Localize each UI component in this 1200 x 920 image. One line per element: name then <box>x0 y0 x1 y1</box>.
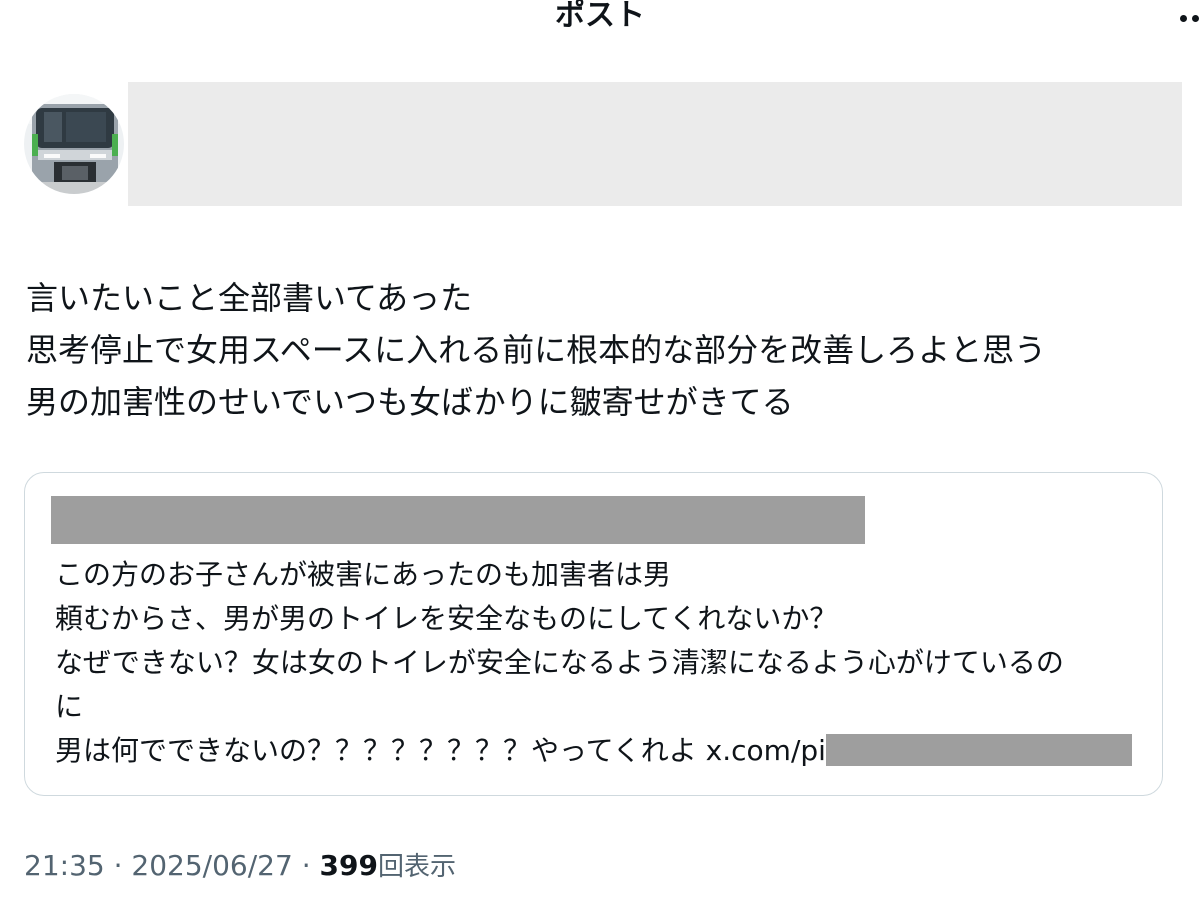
post-date[interactable]: 2025/06/27 <box>131 849 292 882</box>
meta-separator: · <box>104 849 132 882</box>
quoted-text-segment: 男は何でできないの？？？？？？？？やってくれよ <box>55 734 706 767</box>
views-count: 399 <box>319 849 378 882</box>
quoted-link[interactable]: x.com/pi <box>706 734 826 767</box>
quoted-text-line-last: 男は何でできないの？？？？？？？？やってくれよ x.com/pi <box>55 729 1145 773</box>
post-metadata: 21:35 · 2025/06/27 · 399回表示 <box>24 846 456 887</box>
more-options-button[interactable] <box>1176 4 1200 32</box>
post-time[interactable]: 21:35 <box>24 849 105 882</box>
views-label: 回表示 <box>377 852 456 882</box>
more-horizontal-icon <box>1180 15 1187 22</box>
quoted-post-card[interactable]: この方のお子さんが被害にあったのも加害者は男 頼むからさ、男が男のトイレを安全な… <box>24 472 1163 796</box>
post-text-line: 言いたいこと全部書いてあった <box>26 279 473 317</box>
meta-separator: · <box>292 849 320 882</box>
quoted-author-redaction <box>51 496 865 544</box>
quoted-post-text: この方のお子さんが被害にあったのも加害者は男 頼むからさ、男が男のトイレを安全な… <box>55 553 1145 773</box>
avatar[interactable] <box>24 94 124 194</box>
quoted-text-line: に <box>55 690 84 723</box>
post-text-line: 男の加害性のせいでいつも女ばかりに皺寄せがきてる <box>26 383 794 421</box>
quoted-text-line: この方のお子さんが被害にあったのも加害者は男 <box>55 558 672 591</box>
quoted-text-line: なぜできない？女は女のトイレが安全になるよう清潔になるよう心がけているの <box>55 646 1064 679</box>
post-text-line: 思考停止で女用スペースに入れる前に根本的な部分を改善しろよと思う <box>26 331 1047 369</box>
quoted-text-line: 頼むからさ、男が男のトイレを安全なものにしてくれないか？ <box>55 602 838 635</box>
post-text: 言いたいこと全部書いてあった 思考停止で女用スペースに入れる前に根本的な部分を改… <box>26 272 1176 428</box>
author-name-redaction <box>128 82 1182 206</box>
post-detail-page: ポスト 言いたいこと全部書いてあった 思考停止で女用スペースに入れる前に根本的な… <box>0 0 1200 920</box>
page-title: ポスト <box>555 0 645 33</box>
link-redaction <box>825 734 1132 766</box>
train-avatar-image <box>24 94 124 194</box>
